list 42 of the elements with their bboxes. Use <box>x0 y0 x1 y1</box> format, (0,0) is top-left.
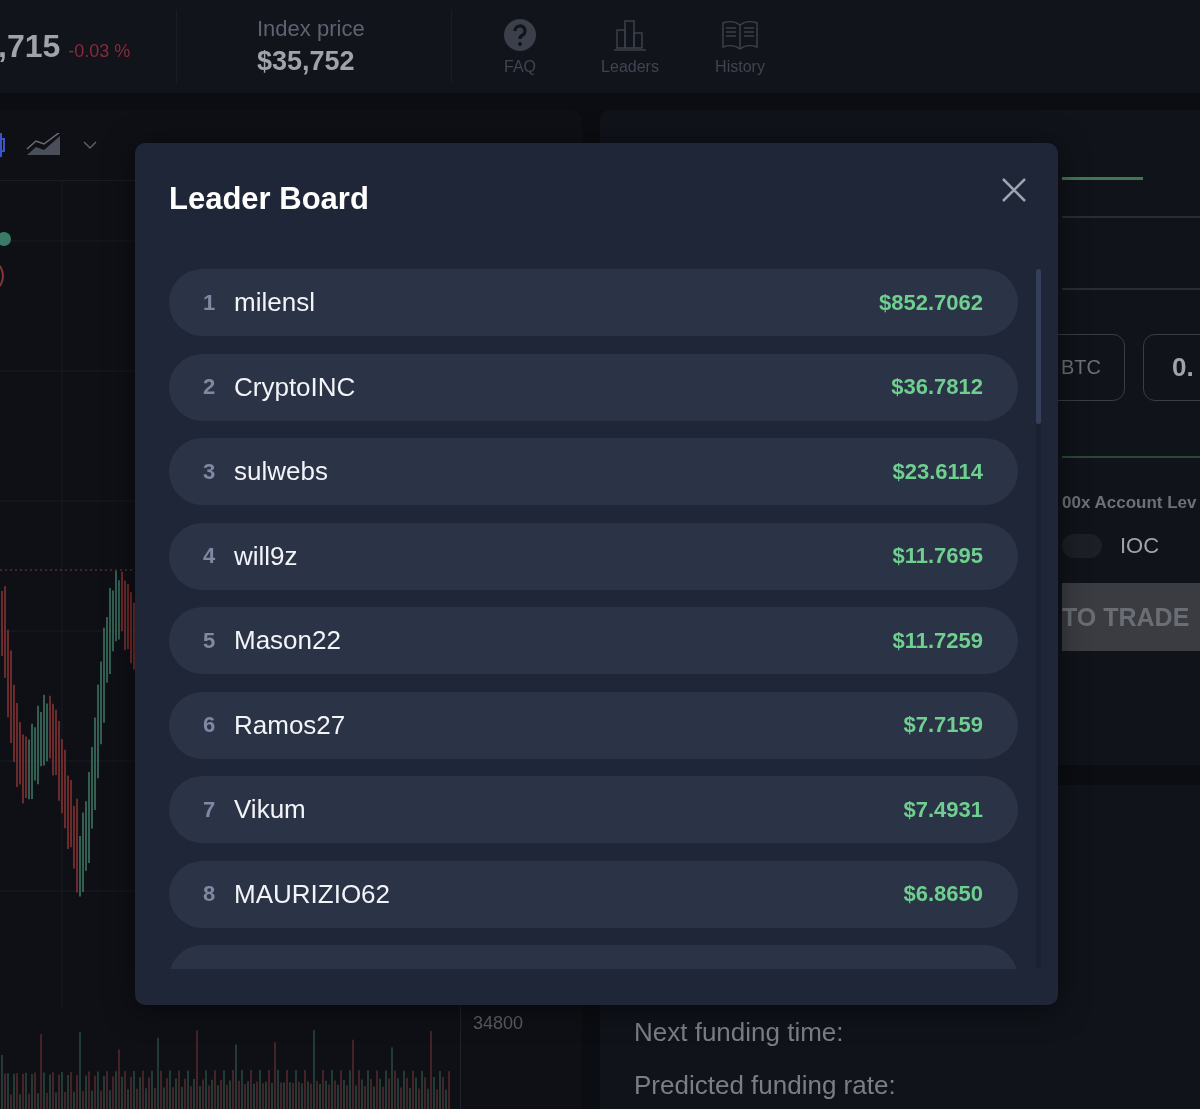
amount-field[interactable]: 0. <box>1143 334 1200 401</box>
user-name: CryptoINC <box>234 371 357 403</box>
candlestick-icon[interactable] <box>0 133 6 157</box>
funding-label: Predicted funding rate: <box>634 1070 897 1101</box>
rank-number: 8 <box>202 881 216 907</box>
rank-number: 4 <box>202 543 216 569</box>
user-name: Mason22 <box>234 625 342 656</box>
profit-amount: $11.7259 <box>892 627 983 654</box>
price-change: -0.03 % <box>68 41 131 62</box>
price-axis-label: 34800 <box>473 1013 525 1034</box>
rank-number: 5 <box>202 627 216 654</box>
user-name: will9z <box>234 540 299 572</box>
help-icon <box>503 17 537 52</box>
profit-amount: $852.7062 <box>879 289 983 316</box>
profit-amount: $36.7812 <box>891 374 983 400</box>
rank-number: 3 <box>202 458 216 485</box>
user-name: Vikum <box>234 794 307 825</box>
ioc-label: IOC <box>1120 533 1160 559</box>
rank-number: 6 <box>202 712 216 738</box>
index-price-value: $35,752 <box>257 46 356 77</box>
profit-amount: $23.6114 <box>892 458 983 485</box>
close-button[interactable] <box>1000 176 1028 204</box>
profit-amount: $11.7695 <box>892 543 983 569</box>
rank-number: 2 <box>202 374 216 400</box>
user-name: Ramos27 <box>234 709 347 741</box>
rank-number: 1 <box>202 289 216 316</box>
funding-label: Next funding time: <box>634 1017 845 1048</box>
profit-amount: $6.8650 <box>903 881 983 907</box>
area-chart-icon[interactable] <box>26 133 62 157</box>
profit-amount: $7.7159 <box>903 712 983 738</box>
dialog-title: Leader Board <box>169 181 369 217</box>
user-name: MAURIZIO62 <box>234 878 392 910</box>
user-name: sulwebs <box>234 456 329 487</box>
last-price: ,715 <box>0 28 61 65</box>
user-name: milensl <box>234 287 316 318</box>
chevron-down-icon[interactable] <box>82 140 98 150</box>
rank-number: 7 <box>202 796 216 823</box>
profit-amount: $7.4931 <box>903 796 983 823</box>
leverage-text: 00x Account Lev <box>1062 493 1198 513</box>
podium-icon <box>613 17 647 52</box>
index-price-label: Index price <box>257 16 366 42</box>
scrollbar[interactable] <box>1036 269 1041 969</box>
